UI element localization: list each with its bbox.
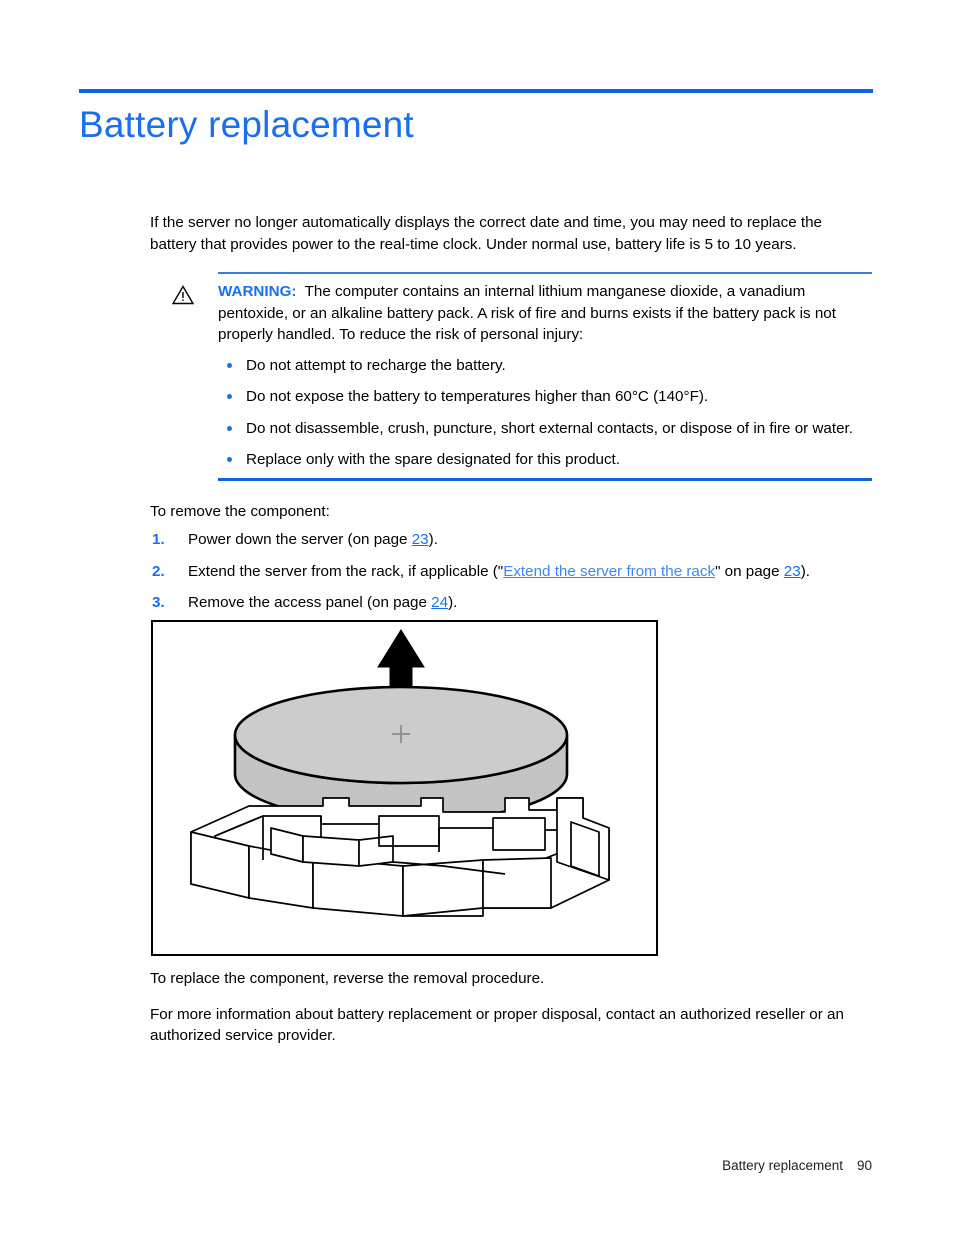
warning-item-text: Do not expose the battery to temperature… [246, 388, 709, 405]
warning-item-text: Do not disassemble, crush, puncture, sho… [246, 419, 853, 437]
list-item: Do not expose the battery to temperature… [218, 386, 872, 408]
bullet-icon [227, 425, 232, 431]
body-content: If the server no longer automatically di… [150, 212, 872, 687]
step-text-tail: ). [448, 594, 458, 611]
battery-removal-illustration [151, 620, 658, 956]
closing-content: To replace the component, reverse the re… [150, 968, 872, 1047]
step-text-tail: ). [800, 562, 810, 580]
warning-item-text: Replace only with the spare designated f… [246, 451, 620, 468]
page-reference-link[interactable]: 23 [784, 563, 801, 580]
page-footer: Battery replacement 90 [0, 1158, 872, 1173]
bullet-icon [227, 394, 232, 399]
warning-bullet-list: Do not attempt to recharge the battery. … [218, 355, 872, 471]
closing-paragraph-2: For more information about battery repla… [150, 1005, 844, 1045]
step-text: Power down the server (on page [188, 531, 412, 548]
warning-bottom-rule [218, 477, 872, 481]
document-page: Battery replacement If the server no lon… [0, 0, 954, 1235]
page-reference-link[interactable]: 23 [412, 531, 429, 548]
bullet-icon [227, 362, 232, 368]
heading-rule [79, 89, 873, 93]
procedure-lead-in: To remove the component: [150, 502, 330, 520]
procedure-step: 2. Extend the server from the rack, if ap… [150, 561, 872, 583]
step-text-tail: ). [428, 531, 438, 548]
bullet-icon [227, 457, 232, 462]
page-reference-link[interactable]: 24 [431, 594, 448, 611]
procedure-step: 1. Power down the server (on page 23). [150, 529, 872, 551]
battery-holder [190, 797, 610, 917]
warning-text: WARNING: The computer contains an intern… [218, 281, 872, 346]
warning-triangle-icon [150, 281, 196, 312]
warning-item-text: Do not attempt to recharge the battery. [246, 356, 506, 374]
closing-paragraph-1: To replace the component, reverse the re… [150, 970, 545, 987]
warning-label: WARNING: [218, 283, 297, 300]
step-text-middle: " on page [715, 562, 784, 580]
step-number: 3. [152, 594, 165, 611]
list-item: Do not attempt to recharge the battery. [218, 355, 872, 377]
footer-section-title: Battery replacement [722, 1158, 843, 1173]
intro-paragraph: If the server no longer automatically di… [150, 214, 822, 253]
step-text: Extend the server from the rack, if appl… [188, 562, 504, 580]
warning-body-text: The computer contains an internal lithiu… [218, 283, 836, 343]
step-text: Remove the access panel (on page [188, 594, 432, 611]
page-title: Battery replacement [79, 104, 414, 145]
footer-page-number: 90 [856, 1158, 872, 1173]
warning-callout: WARNING: The computer contains an intern… [150, 272, 872, 481]
cross-reference-link[interactable]: Extend the server from the rack [503, 563, 715, 580]
step-number: 1. [152, 531, 165, 548]
step-number: 2. [152, 562, 165, 580]
list-item: Replace only with the spare designated f… [218, 449, 872, 471]
list-item: Do not disassemble, crush, puncture, sho… [218, 418, 872, 440]
procedure-step: 3. Remove the access panel (on page 24). [150, 592, 872, 614]
warning-top-rule [218, 272, 872, 274]
